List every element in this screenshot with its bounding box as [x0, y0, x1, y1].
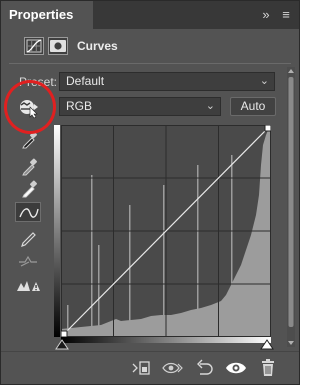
adjustment-header: Curves [1, 29, 299, 65]
sample-white-point-icon[interactable] [15, 178, 41, 198]
clip-to-layer-icon[interactable] [130, 358, 152, 378]
curves-graph[interactable] [61, 125, 271, 337]
reset-icon[interactable] [193, 358, 215, 378]
sample-gray-point-icon[interactable] [15, 156, 41, 176]
chevron-down-icon: ⌄ [259, 75, 269, 87]
tab-properties[interactable]: Properties [1, 1, 93, 29]
edit-points-curve-icon[interactable] [15, 202, 41, 222]
preset-dropdown[interactable]: Default ⌄ [59, 72, 275, 91]
chevron-down-icon: ⌄ [205, 100, 215, 112]
more-panels-icon[interactable]: » [257, 1, 275, 29]
black-point-slider[interactable] [55, 339, 69, 350]
channel-dropdown[interactable]: RGB ⌄ [59, 97, 221, 116]
smooth-curve-icon[interactable] [15, 250, 41, 270]
panel-title-bar: Properties » ≡ [1, 1, 299, 29]
panel-scrollbar[interactable] [287, 67, 295, 347]
white-point-slider[interactable] [260, 339, 274, 350]
panel-menu-icon[interactable]: ≡ [277, 1, 295, 29]
input-gradient-bar [61, 337, 271, 343]
trash-icon[interactable] [257, 358, 279, 378]
clipping-warning-icon[interactable] [15, 275, 41, 295]
preset-value: Default [66, 74, 105, 88]
header-divider [9, 63, 291, 64]
view-previous-state-icon[interactable] [161, 358, 183, 378]
curves-adjustment-icon[interactable] [24, 37, 44, 55]
adjustment-label: Curves [77, 39, 118, 53]
channel-value: RGB [66, 99, 93, 113]
bottom-toolbar [1, 352, 299, 384]
layer-mask-icon[interactable] [48, 37, 68, 55]
auto-button[interactable]: Auto [230, 97, 276, 116]
visibility-eye-icon[interactable] [225, 358, 247, 378]
highlight-circle [4, 80, 56, 134]
draw-curve-icon[interactable] [15, 227, 41, 247]
properties-panel: Properties » ≡ Curves Preset: Default ⌄ [0, 0, 300, 385]
output-gradient-bar [54, 125, 60, 337]
